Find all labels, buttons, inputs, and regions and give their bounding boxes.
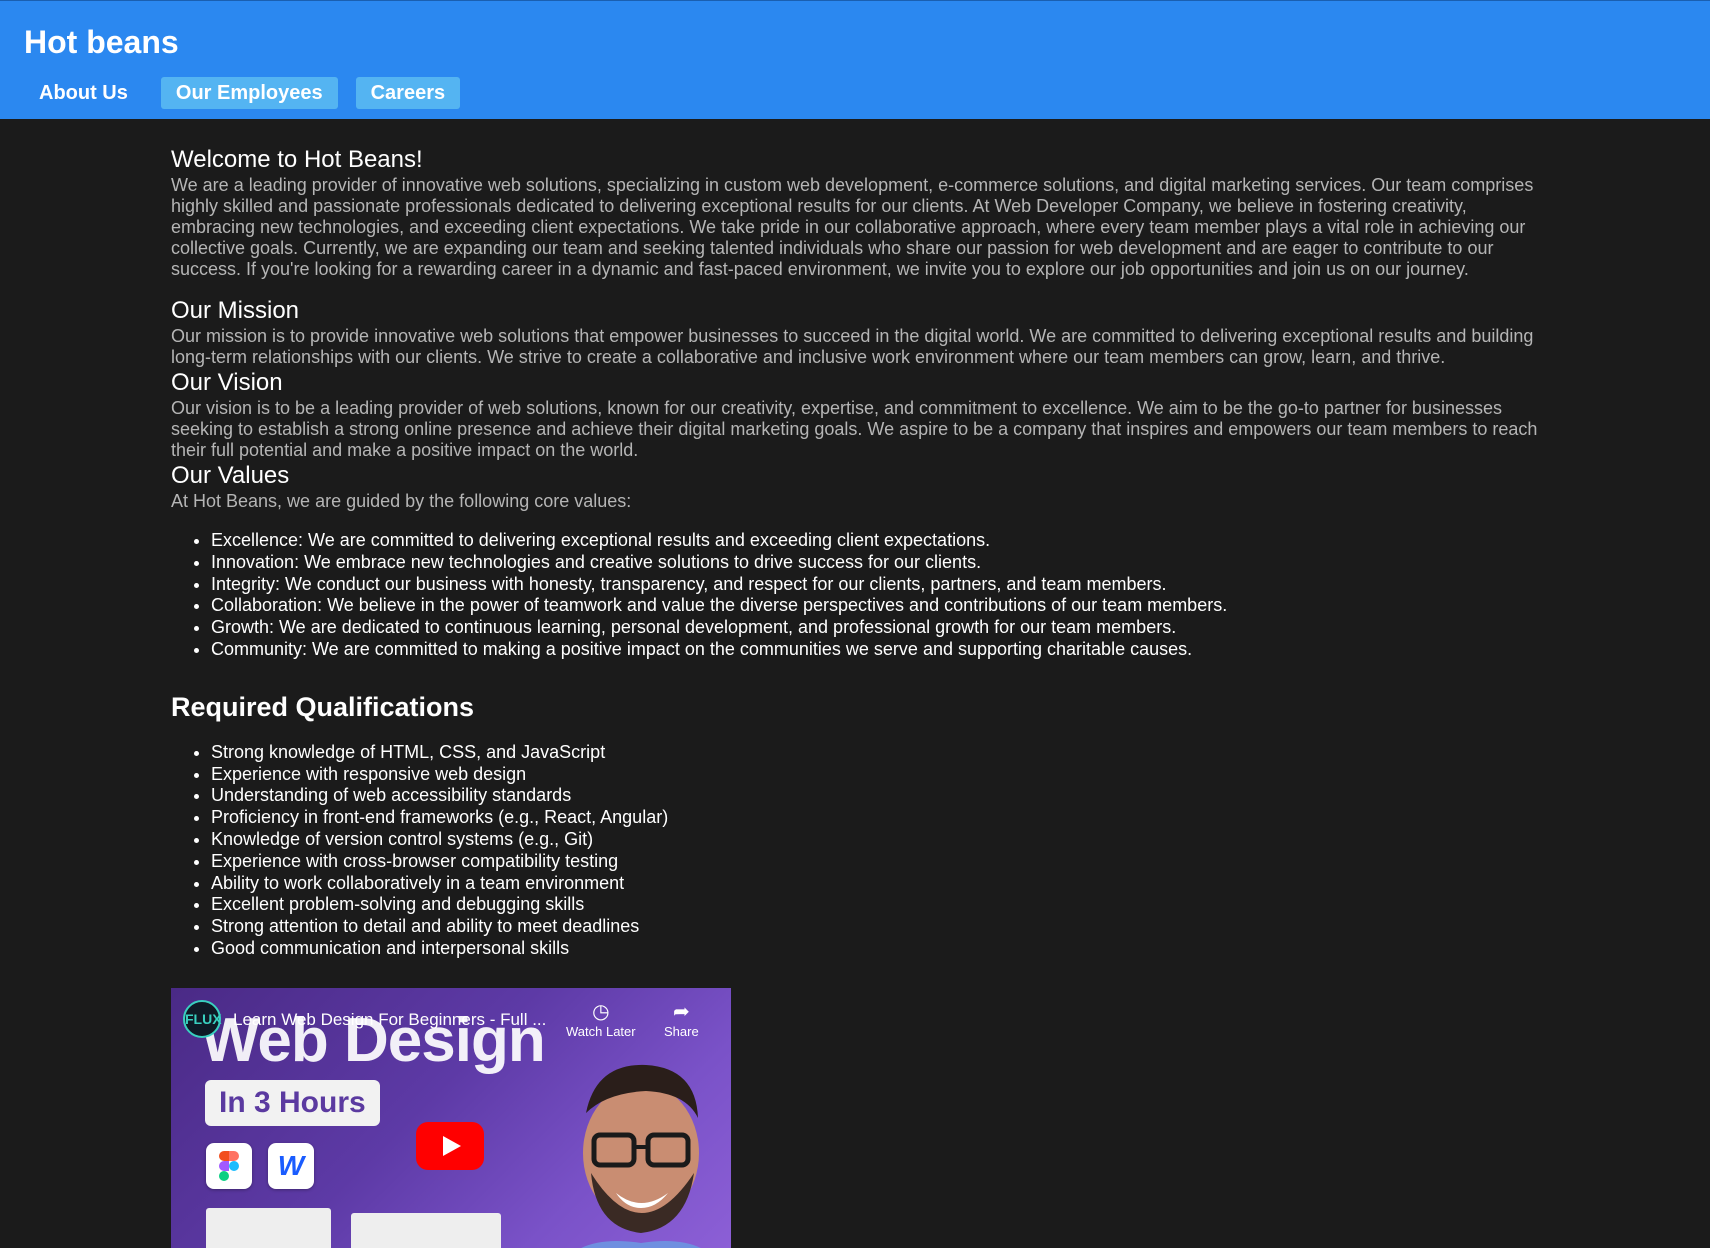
list-item: Understanding of web accessibility stand… [211, 785, 1541, 807]
welcome-title: Welcome to Hot Beans! [171, 146, 423, 173]
webflow-icon: W [268, 1143, 314, 1189]
watch-later-label: Watch Later [566, 1024, 636, 1039]
list-item: Knowledge of version control systems (e.… [211, 829, 1541, 851]
list-item: Experience with responsive web design [211, 764, 1541, 786]
channel-logo[interactable]: FLUX [183, 1000, 222, 1038]
list-item: Excellence: We are committed to deliveri… [211, 530, 1541, 552]
presenter-image [581, 1064, 701, 1248]
list-item: Strong knowledge of HTML, CSS, and JavaS… [211, 742, 1541, 764]
nav-careers[interactable]: Careers [355, 77, 461, 109]
vision-text: Our vision is to be a leading provider o… [171, 398, 1538, 460]
main-content: Welcome to Hot Beans! We are a leading p… [171, 119, 1541, 1248]
share-icon: ➦ [672, 1001, 690, 1023]
list-item: Collaboration: We believe in the power o… [211, 595, 1541, 617]
list-item: Innovation: We embrace new technologies … [211, 552, 1541, 574]
share-label: Share [664, 1024, 699, 1039]
list-item: Excellent problem-solving and debugging … [211, 894, 1541, 916]
share-button[interactable]: ➦ Share [664, 1000, 699, 1039]
list-item: Growth: We are dedicated to continuous l… [211, 617, 1541, 639]
play-button[interactable] [416, 1122, 484, 1170]
qualifications-title: Required Qualifications [171, 691, 475, 722]
watch-later-button[interactable]: ◷ Watch Later [566, 1000, 636, 1039]
list-item: Strong attention to detail and ability t… [211, 916, 1541, 938]
list-item: Community: We are committed to making a … [211, 639, 1541, 661]
mission-text: Our mission is to provide innovative web… [171, 326, 1534, 367]
list-item: Integrity: We conduct our business with … [211, 574, 1541, 596]
vision-title: Our Vision [171, 369, 283, 396]
thumbnail-card [351, 1213, 501, 1248]
qualifications-list: Strong knowledge of HTML, CSS, and JavaS… [171, 742, 1541, 960]
values-intro: At Hot Beans, we are guided by the follo… [171, 491, 632, 511]
nav-about-us[interactable]: About Us [24, 77, 143, 109]
video-title[interactable]: Learn Web Design For Beginners - Full ..… [233, 1010, 563, 1030]
mission-title: Our Mission [171, 297, 300, 324]
youtube-video-embed[interactable]: Web Design In 3 Hours W FLUX Learn Web D… [171, 988, 731, 1248]
main-nav: About Us Our Employees Careers [24, 77, 461, 109]
clock-icon: ◷ [592, 1001, 610, 1023]
values-title: Our Values [171, 462, 290, 489]
nav-our-employees[interactable]: Our Employees [160, 77, 338, 109]
list-item: Proficiency in front-end frameworks (e.g… [211, 807, 1541, 829]
thumbnail-card [206, 1208, 331, 1248]
list-item: Good communication and interpersonal ski… [211, 938, 1541, 960]
site-title: Hot beans [24, 24, 179, 60]
figma-icon [206, 1143, 252, 1189]
list-item: Ability to work collaboratively in a tea… [211, 873, 1541, 895]
thumbnail-badge: In 3 Hours [205, 1080, 380, 1126]
site-header: Hot beans About Us Our Employees Careers [0, 0, 1710, 119]
welcome-text: We are a leading provider of innovative … [171, 175, 1534, 279]
values-list: Excellence: We are committed to deliveri… [171, 530, 1541, 661]
list-item: Experience with cross-browser compatibil… [211, 851, 1541, 873]
